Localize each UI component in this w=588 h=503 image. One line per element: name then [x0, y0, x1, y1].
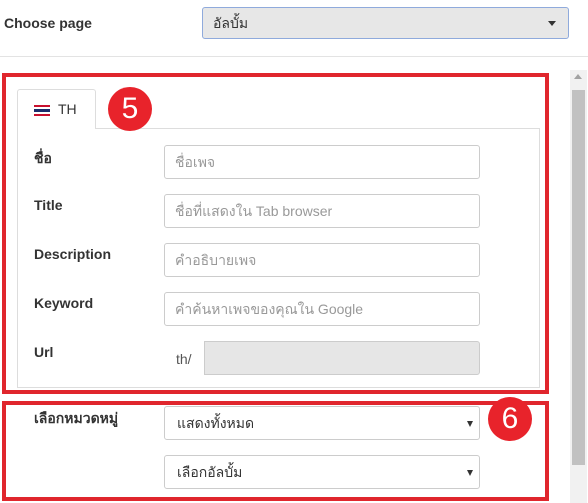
scrollbar-thumb[interactable]	[572, 90, 585, 465]
caret-down-icon	[548, 21, 556, 26]
scroll-up-arrow-icon[interactable]	[574, 74, 582, 79]
choose-page-label: Choose page	[4, 15, 92, 31]
annotation-badge-5: 5	[108, 87, 152, 131]
annotation-badge-6: 6	[488, 397, 532, 441]
annotation-box-6	[2, 401, 549, 501]
thai-flag-icon	[34, 105, 50, 116]
choose-page-row: Choose page อัลบั้ม	[0, 0, 588, 57]
tab-th-label: TH	[58, 101, 77, 117]
choose-page-selected-value: อัลบั้ม	[213, 15, 249, 31]
choose-page-select[interactable]: อัลบั้ม	[202, 7, 569, 39]
tab-th[interactable]: TH	[17, 89, 96, 129]
